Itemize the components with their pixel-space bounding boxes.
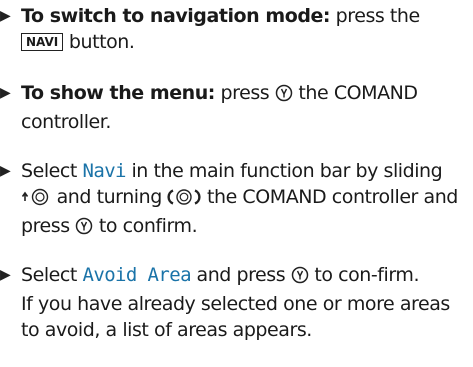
step-text: to con-firm. bbox=[308, 264, 420, 286]
step-arrow-icon: ▶ bbox=[0, 267, 11, 283]
navi-key: NAVI bbox=[21, 33, 64, 51]
step-heading: To show the menu: bbox=[21, 82, 215, 104]
step-text: in the main function bar by sliding bbox=[125, 160, 443, 182]
manual-page: ▶ To switch to navigation mode: press th… bbox=[0, 0, 473, 367]
controller-turn-icon bbox=[167, 187, 202, 213]
step-select-avoid-area: ▶ Select Avoid Area and press to con-fir… bbox=[0, 262, 471, 343]
menu-item-navi: Navi bbox=[82, 160, 127, 182]
step-text: Select bbox=[21, 160, 83, 182]
controller-slide-up-icon bbox=[21, 187, 51, 213]
controller-press-icon bbox=[275, 83, 293, 109]
controller-press-icon bbox=[291, 265, 309, 291]
step-note: If you have already selected one or more… bbox=[21, 293, 450, 341]
step-text: and press bbox=[190, 264, 291, 286]
step-text: to confirm. bbox=[93, 215, 198, 237]
step-show-menu: ▶ To show the menu: press the COMAND con… bbox=[0, 80, 471, 135]
step-heading: To switch to navigation mode: bbox=[21, 5, 331, 27]
step-navigation-mode: ▶ To switch to navigation mode: press th… bbox=[0, 3, 471, 55]
step-text: and turning bbox=[51, 186, 168, 208]
controller-press-icon bbox=[75, 216, 93, 242]
step-arrow-icon: ▶ bbox=[0, 8, 11, 24]
step-text: button. bbox=[63, 31, 135, 53]
step-text: Select bbox=[21, 264, 83, 286]
step-arrow-icon: ▶ bbox=[0, 85, 11, 101]
step-select-navi: ▶ Select Navi in the main function bar b… bbox=[0, 158, 471, 242]
menu-item-avoid-area: Avoid Area bbox=[82, 264, 192, 286]
step-text: press bbox=[214, 82, 275, 104]
step-text: press the bbox=[330, 5, 421, 27]
step-arrow-icon: ▶ bbox=[0, 163, 11, 179]
